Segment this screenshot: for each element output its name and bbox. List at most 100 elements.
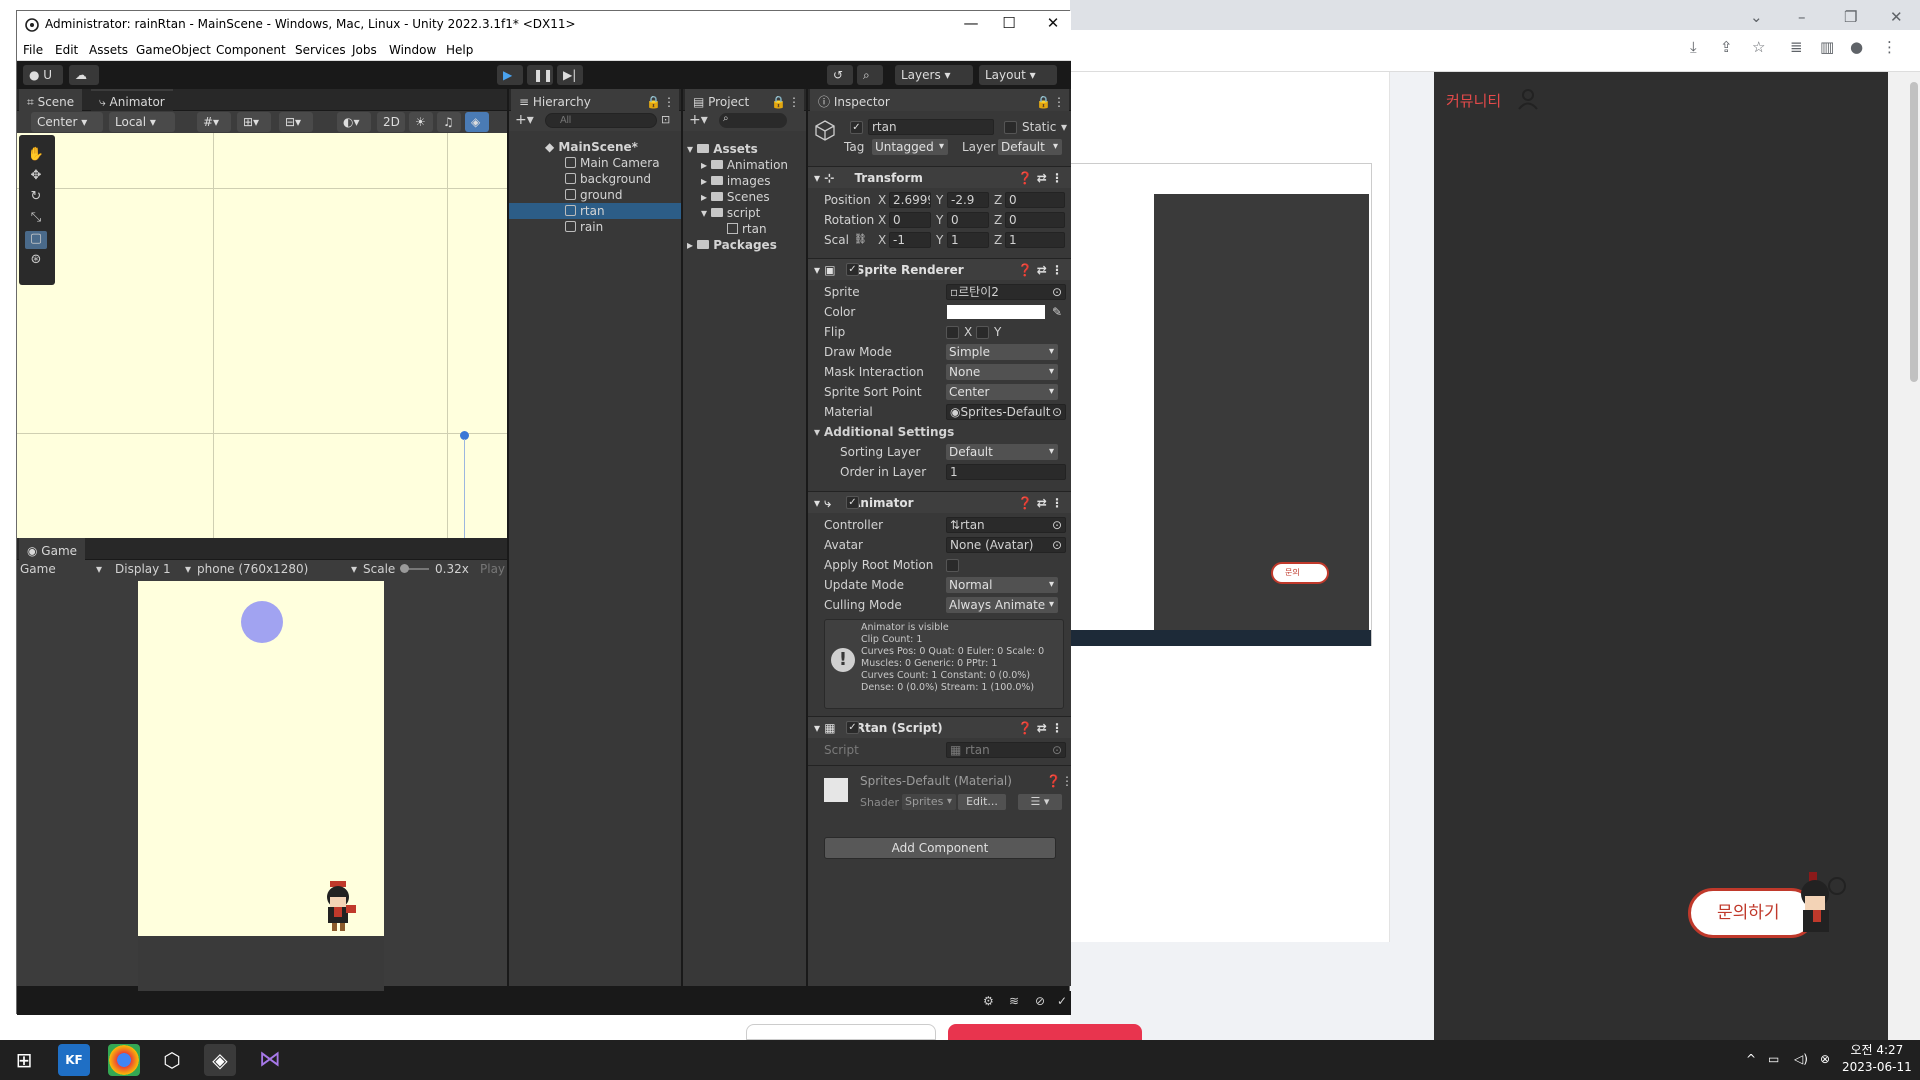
close-button[interactable]: ✕ (1043, 14, 1063, 32)
color-swatch[interactable] (947, 305, 1045, 319)
constrain-link-icon[interactable]: ⛓ (854, 231, 867, 249)
project-folder[interactable]: ▾ script (701, 205, 760, 221)
script-enabled-checkbox[interactable]: ✓ (846, 721, 859, 734)
script-asset[interactable]: rtan (727, 221, 767, 237)
reading-list-icon[interactable]: ≣ (1790, 38, 1803, 56)
eyedropper-icon[interactable]: ✎ (1052, 303, 1062, 321)
scale-x-field[interactable]: -1 (889, 232, 931, 248)
network-tray-icon[interactable]: ▭ (1768, 1052, 1779, 1066)
done-icon[interactable]: ✓ (1057, 994, 1067, 1008)
sprite-renderer-enabled-checkbox[interactable]: ✓ (846, 263, 859, 276)
increment-snap-icon[interactable]: ⊞▾ (237, 112, 271, 132)
project-create-button[interactable]: +▾ (689, 112, 708, 128)
hand-tool-icon[interactable]: ✋ (25, 147, 47, 165)
scene-viewport[interactable] (17, 133, 507, 538)
shader-menu-button[interactable]: ☰ ▾ (1018, 794, 1062, 810)
hierarchy-item[interactable]: rain (509, 219, 681, 235)
browser-scrollbar[interactable] (1888, 72, 1920, 1040)
debug-icon[interactable]: ⚙ (983, 994, 994, 1008)
hierarchy-item[interactable]: ground (509, 187, 681, 203)
rotation-y-field[interactable]: 0 (947, 212, 989, 228)
play-focused-dropdown[interactable]: Play (480, 560, 505, 578)
sidepanel-icon[interactable]: ▥ (1820, 38, 1834, 56)
controller-field[interactable]: ⇅rtan ⊙ (946, 517, 1066, 533)
avatar-field[interactable]: None (Avatar) ⊙ (946, 537, 1066, 553)
sprite-field[interactable]: ▫르탄이2 ⊙ (946, 284, 1066, 300)
page-primary-button[interactable] (948, 1024, 1142, 1040)
scene-root[interactable]: ◆ MainScene* (509, 139, 681, 155)
install-icon[interactable]: ⤓ (1690, 38, 1697, 56)
tab-game[interactable]: ◉ Game (19, 538, 86, 560)
rect-tool-icon[interactable]: ▢ (25, 231, 47, 249)
rotate-tool-icon[interactable]: ↻ (25, 189, 47, 207)
menu-services[interactable]: Services (295, 43, 346, 57)
close-icon[interactable]: ✕ (1890, 8, 1903, 26)
scale-tool-icon[interactable]: ⤡ (25, 210, 47, 228)
start-button[interactable]: ⊞ (8, 1044, 40, 1076)
menu-jobs[interactable]: Jobs (352, 43, 377, 57)
static-checkbox[interactable] (1004, 121, 1017, 134)
profile-icon[interactable]: ● (1850, 38, 1863, 56)
active-checkbox[interactable]: ✓ (850, 121, 863, 134)
minimize-button[interactable]: — (961, 14, 981, 32)
pivot-local-dropdown[interactable]: Local ▾ (109, 112, 175, 132)
ruler-icon[interactable]: ⊟▾ (279, 112, 313, 132)
menu-file[interactable]: File (23, 43, 43, 57)
flip-y-checkbox[interactable] (976, 326, 989, 339)
add-component-button[interactable]: Add Component (824, 837, 1056, 859)
sorting-layer-dropdown[interactable]: Default (946, 444, 1058, 460)
menu-component[interactable]: Component (216, 43, 286, 57)
tab-inspector[interactable]: ⓘ Inspector 🔒 ⋮ (810, 89, 1069, 111)
game-mode-dropdown[interactable]: Game ▾ (20, 560, 104, 578)
material-field[interactable]: ◉Sprites-Default ⊙ (946, 404, 1066, 420)
pause-button[interactable]: ❚❚ (527, 65, 553, 85)
layout-dropdown[interactable]: Layout ▾ (979, 65, 1057, 85)
assets-folder[interactable]: ▾ Assets (687, 141, 758, 157)
script-header[interactable]: ▾ ▦ ✓ Rtan (Script) ❓ ⇄ ⋮ (808, 716, 1071, 738)
notification-blocked-icon[interactable]: ⊗ (1820, 1052, 1830, 1066)
project-folder[interactable]: ▸ Animation (701, 157, 788, 173)
menu-help[interactable]: Help (446, 43, 473, 57)
pivot-center-dropdown[interactable]: Center ▾ (31, 112, 103, 132)
menu-window[interactable]: Window (389, 43, 436, 57)
draw-mode-icon[interactable]: ◐▾ (337, 112, 371, 132)
project-search-input[interactable]: ⌕ (719, 113, 787, 128)
menu-edit[interactable]: Edit (55, 43, 78, 57)
account-dropdown[interactable]: ● U ▾ (23, 65, 63, 102)
shader-edit-button[interactable]: Edit... (958, 794, 1006, 810)
cache-icon[interactable]: ≋ (1009, 994, 1019, 1008)
resolution-dropdown[interactable]: phone (760x1280) ▾ (197, 560, 357, 578)
restore-icon[interactable]: ❐ (1844, 8, 1857, 26)
network-icon[interactable]: ⊘ (1035, 994, 1045, 1008)
kakao-app-icon[interactable]: KF (58, 1044, 90, 1076)
tag-dropdown[interactable]: Untagged (872, 139, 948, 155)
tab-search-icon[interactable]: ⌄ (1750, 8, 1763, 26)
update-mode-dropdown[interactable]: Normal (946, 577, 1058, 593)
move-tool-icon[interactable]: ✥ (25, 168, 47, 186)
position-z-field[interactable]: 0 (1005, 192, 1065, 208)
step-button[interactable]: ▶| (557, 65, 583, 85)
position-y-field[interactable]: -2.9 (947, 192, 989, 208)
menu-assets[interactable]: Assets (89, 43, 128, 57)
maximize-button[interactable]: ☐ (999, 14, 1019, 32)
tab-scene[interactable]: ⌗ Scene (19, 89, 83, 111)
transform-header[interactable]: ▾ ⊹ Transform ❓ ⇄ ⋮ (808, 166, 1071, 188)
order-in-layer-field[interactable]: 1 (946, 464, 1066, 480)
sort-point-dropdown[interactable]: Center (946, 384, 1058, 400)
cloud-icon[interactable]: ☁ (69, 65, 99, 85)
static-dropdown-icon[interactable]: ▾ (1061, 120, 1067, 134)
menu-icon[interactable]: ⋮ (1882, 38, 1897, 56)
taskbar-clock[interactable]: 오전 4:27 2023-06-11 (1842, 1042, 1912, 1076)
scale-slider[interactable] (400, 564, 429, 573)
layers-dropdown[interactable]: Layers ▾ (895, 65, 973, 85)
culling-mode-dropdown[interactable]: Always Animate (946, 597, 1058, 613)
star-icon[interactable]: ☆ (1752, 38, 1765, 56)
packages-folder[interactable]: ▸ Packages (687, 237, 777, 253)
grid-snap-icon[interactable]: #▾ (197, 112, 231, 132)
chrome-app-icon[interactable] (108, 1044, 140, 1076)
volume-icon[interactable]: ◁) (1794, 1052, 1808, 1066)
project-folder[interactable]: ▸ Scenes (701, 189, 770, 205)
create-button[interactable]: +▾ (515, 112, 534, 128)
tab-hierarchy[interactable]: ≡ Hierarchy 🔒 ⋮ (511, 89, 679, 111)
position-x-field[interactable]: 2.6999 (889, 192, 931, 208)
